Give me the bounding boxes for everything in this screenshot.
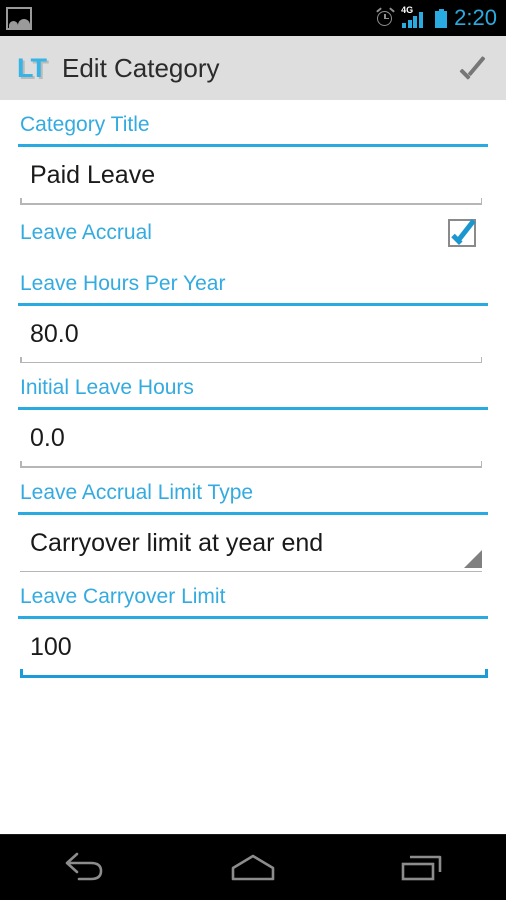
input-leave-carryover-limit[interactable]: 100 [0, 619, 506, 675]
input-underline-focused [20, 669, 488, 678]
field-leave-carryover-limit: Leave Carryover Limit 100 [0, 572, 506, 678]
network-type-label: 4G [401, 5, 414, 15]
field-label-category-title: Category Title [20, 113, 150, 136]
input-initial-leave-hours[interactable]: 0.0 [0, 410, 506, 466]
edit-category-form: Category Title Paid Leave Leave Accrual … [0, 100, 506, 835]
field-initial-leave-hours: Initial Leave Hours 0.0 [0, 363, 506, 468]
checkbox-leave-accrual[interactable] [448, 218, 476, 247]
field-label-initial-leave-hours: Initial Leave Hours [20, 376, 194, 399]
field-leave-accrual[interactable]: Leave Accrual [0, 205, 506, 259]
status-bar-notifications [0, 6, 376, 30]
app-logo: LT [17, 52, 47, 83]
home-button[interactable] [198, 835, 308, 900]
status-bar: 4G 2:20 [0, 0, 506, 36]
navigation-bar [0, 834, 506, 900]
back-button[interactable] [29, 835, 139, 900]
done-checkmark-icon [459, 53, 489, 83]
battery-icon [435, 8, 448, 28]
field-label-leave-accrual: Leave Accrual [20, 221, 152, 244]
input-leave-hours-per-year[interactable]: 80.0 [0, 306, 506, 362]
back-icon [61, 852, 107, 884]
field-leave-accrual-limit-type: Leave Accrual Limit Type Carryover limit… [0, 468, 506, 572]
input-underline [20, 199, 482, 205]
android-screen: 4G 2:20 LT Edit Category Category Title … [0, 0, 506, 900]
action-bar: LT Edit Category [0, 36, 506, 104]
status-bar-system-icons: 4G 2:20 [376, 5, 506, 30]
alarm-clock-icon [376, 6, 396, 28]
chevron-down-icon[interactable] [464, 550, 482, 568]
field-leave-hours-per-year: Leave Hours Per Year 80.0 [0, 259, 506, 363]
field-label-leave-accrual-limit-type: Leave Accrual Limit Type [20, 480, 254, 504]
gallery-icon [6, 6, 32, 30]
input-category-title[interactable]: Paid Leave [0, 147, 506, 203]
field-label-leave-hours-per-year: Leave Hours Per Year [20, 271, 226, 295]
spinner-leave-accrual-limit-type[interactable]: Carryover limit at year end [0, 515, 506, 571]
home-icon [228, 852, 278, 884]
status-bar-clock: 2:20 [454, 5, 497, 30]
page-title: Edit Category [61, 53, 220, 83]
signal-bars-icon: 4G [401, 5, 428, 28]
field-category-title: Category Title Paid Leave [0, 100, 506, 205]
recents-icon [398, 852, 446, 884]
field-label-leave-carryover-limit: Leave Carryover Limit [20, 585, 226, 608]
save-button[interactable] [442, 36, 506, 100]
recents-button[interactable] [367, 835, 477, 900]
